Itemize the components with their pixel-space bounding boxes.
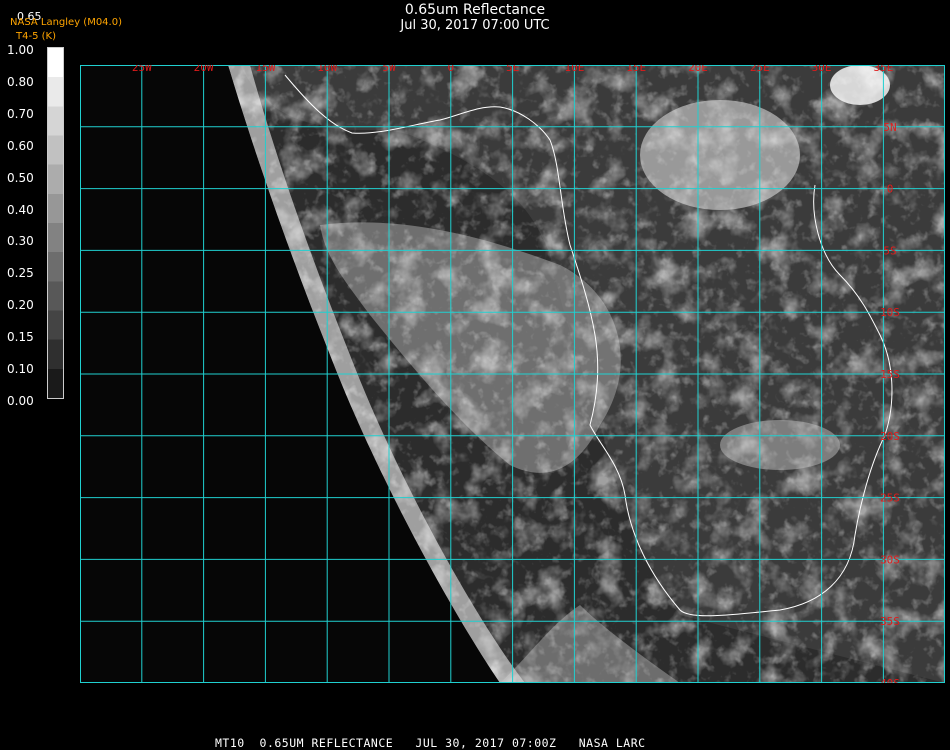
scale-label: 0.00 bbox=[7, 393, 34, 408]
longitude-label: 25W bbox=[132, 65, 152, 74]
map-canvas: 25W 20W 15W 10W 5W 0 5E 10E 15E 20E 25E 30E 35E 5N 0 5… bbox=[80, 65, 945, 683]
longitude-label: 20W bbox=[194, 65, 214, 74]
latitude-label: 5S bbox=[883, 244, 896, 257]
color-scale-bar bbox=[47, 47, 64, 399]
latitude-label: 30S bbox=[880, 553, 900, 566]
latitude-label: 40S bbox=[880, 677, 900, 683]
longitude-label: 25E bbox=[750, 65, 770, 74]
scale-label: 0.25 bbox=[7, 266, 34, 281]
scale-label: 0.15 bbox=[7, 330, 34, 345]
scale-label: 0.40 bbox=[7, 202, 34, 217]
longitude-label: 10E bbox=[564, 65, 584, 74]
longitude-label: 10W bbox=[317, 65, 337, 74]
latitude-label: 15S bbox=[880, 368, 900, 381]
satellite-map: 25W 20W 15W 10W 5W 0 5E 10E 15E 20E 25E 30E 35E 5N 0 5… bbox=[80, 65, 945, 683]
scale-label: 0.50 bbox=[7, 170, 34, 185]
latitude-label: 25S bbox=[880, 492, 900, 505]
latitude-label: 5N bbox=[883, 121, 896, 134]
credit-label: NASA Langley (M04.0) bbox=[10, 17, 122, 28]
scale-label: 0.20 bbox=[7, 298, 34, 313]
latitude-label: 10S bbox=[880, 306, 900, 319]
longitude-label: 5E bbox=[506, 65, 519, 74]
unit-label: T4-5 (K) bbox=[16, 31, 56, 42]
longitude-label: 15W bbox=[255, 65, 275, 74]
longitude-label: 35E bbox=[873, 65, 893, 74]
longitude-label: 15E bbox=[626, 65, 646, 74]
scale-label: 0.60 bbox=[7, 138, 34, 153]
latitude-label: 0 bbox=[887, 183, 894, 196]
scale-label: 0.10 bbox=[7, 362, 34, 376]
scale-label: 1.00 bbox=[7, 43, 34, 57]
image-timestamp: Jul 30, 2017 07:00 UTC bbox=[400, 18, 550, 33]
latitude-label: 20S bbox=[880, 430, 900, 443]
longitude-label: 5W bbox=[382, 65, 396, 74]
longitude-label: 0 bbox=[447, 65, 454, 74]
latitude-label: 35S bbox=[880, 615, 900, 628]
longitude-label: 20E bbox=[688, 65, 708, 74]
footer-caption: MT10 0.65UM REFLECTANCE JUL 30, 2017 07:… bbox=[215, 736, 646, 750]
image-title: 0.65um Reflectance bbox=[404, 2, 546, 18]
scale-label: 0.30 bbox=[7, 234, 34, 249]
longitude-label: 30E bbox=[812, 65, 832, 74]
scale-label: 0.80 bbox=[7, 74, 34, 89]
scale-label: 0.70 bbox=[7, 106, 34, 121]
